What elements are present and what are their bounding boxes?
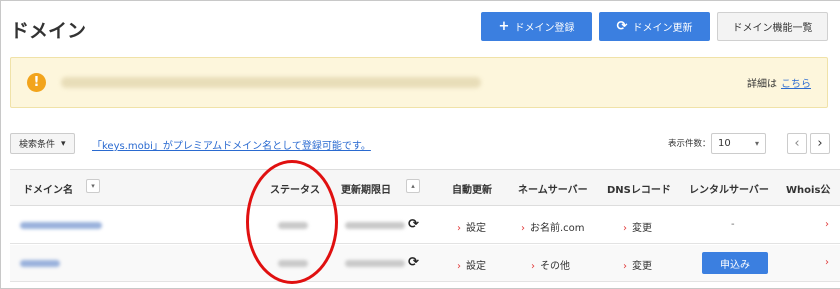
dns-record-link[interactable]: › 変更 [623, 219, 652, 234]
table-header: ドメイン名 ▾ ステータス 更新期限日 ▴ 自動更新 ネームサーバー DNSレコ… [10, 169, 840, 206]
whois-link[interactable]: › [825, 219, 834, 230]
chevron-right-icon: › [457, 261, 461, 272]
column-header-dns-record: DNSレコード [607, 185, 671, 196]
table-row: ⟳ › 設定 › その他 › 変更 申込み › [10, 245, 840, 282]
premium-domain-link[interactable]: 「keys.mobi」がプレミアムドメイン名として登録可能です。 [92, 137, 371, 152]
notice-text-redacted [61, 77, 481, 88]
prev-page-button[interactable]: ‹ [787, 133, 807, 154]
domain-renew-button[interactable]: ⟳ ドメイン更新 [599, 12, 710, 41]
rental-server-apply-button[interactable]: 申込み [702, 252, 768, 274]
auto-renew-label: 設定 [466, 261, 486, 272]
next-page-button[interactable]: › [810, 133, 830, 154]
nameserver-link[interactable]: › お名前.com [521, 219, 585, 234]
expiry-date-redacted [345, 260, 405, 267]
chevron-right-icon: › [817, 136, 823, 151]
table-row: ⟳ › 設定 › お名前.com › 変更 - › [10, 207, 840, 244]
column-header-whois: Whois公 [786, 185, 831, 196]
sort-down-icon: ▾ [91, 182, 95, 190]
refresh-icon: ⟳ [616, 19, 628, 34]
auto-renew-link[interactable]: › 設定 [457, 257, 486, 272]
chevron-right-icon: › [457, 223, 461, 234]
domain-register-button[interactable]: + ドメイン登録 [481, 12, 592, 41]
expiry-date-redacted [345, 222, 405, 229]
warning-icon: ! [27, 73, 46, 92]
notice-detail-label: 詳細は [747, 79, 777, 90]
plus-icon: + [498, 19, 510, 34]
notice-detail: 詳細は こちら [747, 75, 811, 90]
notice-banner: ! 詳細は こちら [10, 57, 828, 108]
column-header-domain-name: ドメイン名 [23, 185, 73, 196]
chevron-down-icon: ▾ [61, 138, 66, 149]
status-redacted [278, 222, 308, 229]
display-count-value: 10 [718, 138, 731, 149]
chevron-right-icon: › [521, 223, 525, 234]
chevron-right-icon: › [825, 257, 829, 268]
nameserver-link[interactable]: › その他 [531, 257, 570, 272]
auto-renew-label: 設定 [466, 223, 486, 234]
auto-renew-link[interactable]: › 設定 [457, 219, 486, 234]
rental-server-value: - [731, 219, 735, 230]
column-header-nameserver: ネームサーバー [518, 185, 588, 196]
nameserver-label: お名前.com [530, 223, 585, 234]
domain-name-redacted[interactable] [20, 222, 102, 229]
column-header-expiry-date: 更新期限日 [341, 185, 391, 196]
chevron-right-icon: › [825, 219, 829, 230]
column-header-status: ステータス [270, 185, 320, 196]
display-count-select[interactable]: 10 ▾ [711, 133, 766, 154]
domain-renew-label: ドメイン更新 [632, 23, 693, 34]
search-condition-dropdown[interactable]: 検索条件 ▾ [10, 133, 75, 154]
chevron-right-icon: › [531, 261, 535, 272]
dns-record-label: 変更 [632, 223, 652, 234]
whois-link[interactable]: › [825, 257, 834, 268]
column-header-auto-renew: 自動更新 [452, 185, 492, 196]
chevron-left-icon: ‹ [794, 136, 800, 151]
dns-record-label: 変更 [632, 261, 652, 272]
renew-refresh-icon[interactable]: ⟳ [408, 255, 419, 270]
domain-sort-button[interactable]: ▾ [86, 179, 100, 193]
search-condition-label: 検索条件 [19, 140, 56, 150]
apply-label: 申込み [720, 259, 750, 271]
domain-register-label: ドメイン登録 [514, 23, 575, 34]
domain-feature-list-label: ドメイン機能一覧 [732, 23, 813, 34]
status-redacted [278, 260, 308, 267]
sort-up-icon: ▴ [411, 182, 415, 190]
chevron-right-icon: › [623, 223, 627, 234]
expiry-sort-button[interactable]: ▴ [406, 179, 420, 193]
dns-record-link[interactable]: › 変更 [623, 257, 652, 272]
column-header-rental-server: レンタルサーバー [689, 185, 769, 196]
chevron-down-icon: ▾ [754, 139, 759, 148]
renew-refresh-icon[interactable]: ⟳ [408, 217, 419, 232]
chevron-right-icon: › [623, 261, 627, 272]
domain-feature-list-button[interactable]: ドメイン機能一覧 [717, 12, 828, 41]
notice-detail-link[interactable]: こちら [781, 79, 811, 90]
page-title: ドメイン [10, 20, 87, 42]
domain-name-redacted[interactable] [20, 260, 60, 267]
display-count-label: 表示件数： [668, 139, 711, 149]
nameserver-label: その他 [540, 261, 570, 272]
